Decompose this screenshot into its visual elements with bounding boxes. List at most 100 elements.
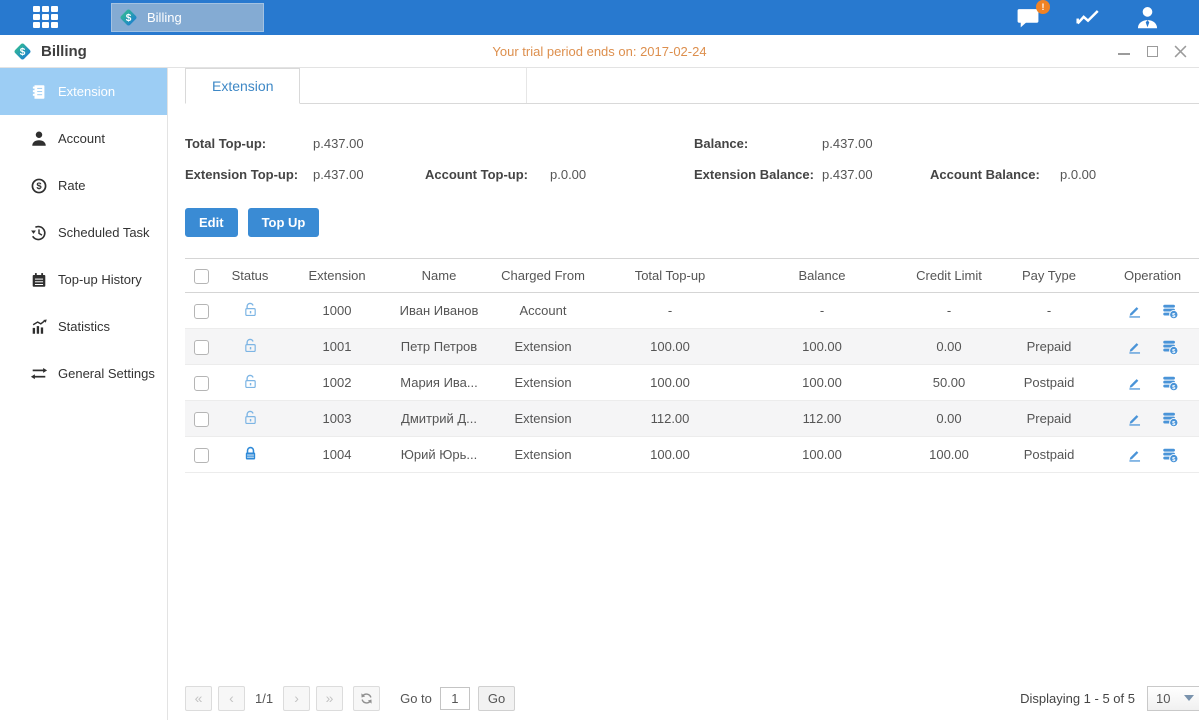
column-header-balance: Balance [741, 259, 903, 293]
history-clock-icon [30, 224, 48, 242]
refresh-icon [359, 691, 374, 706]
edit-row-icon[interactable] [1126, 338, 1143, 355]
total-topup-value: p.437.00 [313, 136, 425, 151]
maximize-button[interactable] [1145, 44, 1159, 58]
minimize-icon [1118, 53, 1130, 55]
cell-pay-type: Prepaid [995, 401, 1103, 437]
page-size-select[interactable]: 10 [1147, 686, 1199, 711]
lock-open-icon [242, 409, 259, 426]
row-checkbox[interactable] [194, 304, 209, 319]
sidebar-item-label: Scheduled Task [58, 225, 150, 240]
sidebar: Extension Account $ Rate [0, 68, 168, 720]
edit-row-icon[interactable] [1126, 302, 1143, 319]
taskbar-tab-billing[interactable]: $ Billing [111, 3, 264, 32]
sidebar-item-label: Extension [58, 84, 115, 99]
close-button[interactable] [1173, 44, 1187, 58]
sidebar-item-label: Statistics [58, 319, 110, 334]
minimize-button[interactable] [1117, 44, 1131, 58]
tab-label: Extension [212, 78, 273, 94]
next-page-button[interactable]: › [283, 686, 310, 711]
sidebar-item-general-settings[interactable]: General Settings [0, 350, 167, 397]
cell-credit-limit: 100.00 [903, 437, 995, 473]
sidebar-item-account[interactable]: Account [0, 115, 167, 162]
cell-credit-limit: - [903, 293, 995, 329]
top-up-button[interactable]: Top Up [248, 208, 320, 237]
cell-credit-limit: 0.00 [903, 401, 995, 437]
window-title: Billing [41, 43, 87, 60]
table-row[interactable]: 1002 Мария Ива... Extension 100.00 100.0… [185, 365, 1199, 401]
prev-page-button[interactable]: ‹ [218, 686, 245, 711]
column-header-status: Status [217, 259, 283, 293]
cell-name: Петр Петров [391, 329, 487, 365]
trial-notice: Your trial period ends on: 2017-02-24 [0, 44, 1199, 59]
table-row[interactable]: 1000 Иван Иванов Account - - - - [185, 293, 1199, 329]
messages-button[interactable]: ! [1014, 5, 1042, 30]
row-checkbox[interactable] [194, 448, 209, 463]
column-header-pay-type: Pay Type [995, 259, 1103, 293]
extension-balance-label: Extension Balance: [694, 167, 822, 182]
edit-row-icon[interactable] [1126, 446, 1143, 463]
cell-total-topup: 100.00 [599, 437, 741, 473]
page-indicator: 1/1 [255, 691, 273, 706]
ledger-icon [30, 83, 48, 101]
notification-badge: ! [1036, 0, 1050, 14]
sidebar-item-label: Rate [58, 178, 85, 193]
sidebar-item-extension[interactable]: Extension [0, 68, 167, 115]
tab-extension[interactable]: Extension [185, 68, 300, 104]
person-icon [30, 130, 48, 148]
taskbar: $ Billing ! [0, 0, 1199, 35]
cell-total-topup: 100.00 [599, 329, 741, 365]
edit-button[interactable]: Edit [185, 208, 238, 237]
column-header-credit-limit: Credit Limit [903, 259, 995, 293]
select-all-checkbox[interactable] [194, 269, 209, 284]
last-page-button[interactable]: » [316, 686, 343, 711]
row-checkbox[interactable] [194, 412, 209, 427]
row-checkbox[interactable] [194, 340, 209, 355]
cell-name: Юрий Юрь... [391, 437, 487, 473]
table-row[interactable]: 1001 Петр Петров Extension 100.00 100.00… [185, 329, 1199, 365]
table-header-row: Status Extension Name Charged From Total… [185, 259, 1199, 293]
user-account-button[interactable] [1134, 4, 1161, 31]
top-up-row-icon[interactable]: $ [1161, 338, 1179, 356]
cell-extension: 1003 [283, 401, 391, 437]
cell-pay-type: - [995, 293, 1103, 329]
top-up-row-icon[interactable]: $ [1161, 410, 1179, 428]
top-up-row-icon[interactable]: $ [1161, 446, 1179, 464]
first-page-button[interactable]: « [185, 686, 212, 711]
row-checkbox[interactable] [194, 376, 209, 391]
table-row[interactable]: 1003 Дмитрий Д... Extension 112.00 112.0… [185, 401, 1199, 437]
cell-charged-from: Extension [487, 365, 599, 401]
sidebar-item-scheduled-task[interactable]: Scheduled Task [0, 209, 167, 256]
cell-total-topup: 112.00 [599, 401, 741, 437]
balance-value: p.437.00 [822, 136, 930, 151]
edit-row-icon[interactable] [1126, 374, 1143, 391]
table-row[interactable]: 1004 Юрий Юрь... Extension 100.00 100.00… [185, 437, 1199, 473]
top-up-row-icon[interactable]: $ [1161, 374, 1179, 392]
column-header-charged-from: Charged From [487, 259, 599, 293]
sidebar-item-topup-history[interactable]: Top-up History [0, 256, 167, 303]
app-grid-icon[interactable] [33, 6, 63, 30]
cell-charged-from: Account [487, 293, 599, 329]
extension-topup-value: p.437.00 [313, 167, 425, 182]
top-up-row-icon[interactable]: $ [1161, 302, 1179, 320]
taskbar-tab-label: Billing [147, 10, 182, 25]
sidebar-item-label: Account [58, 131, 105, 146]
edit-row-icon[interactable] [1126, 410, 1143, 427]
lock-closed-icon [242, 445, 259, 462]
sidebar-item-rate[interactable]: $ Rate [0, 162, 167, 209]
sidebar-item-statistics[interactable]: Statistics [0, 303, 167, 350]
first-page-icon: « [195, 690, 203, 706]
bar-chart-icon [30, 318, 48, 336]
total-topup-label: Total Top-up: [185, 136, 313, 151]
svg-text:$: $ [126, 13, 132, 24]
goto-page-input[interactable] [440, 687, 470, 710]
refresh-button[interactable] [353, 686, 380, 711]
go-button[interactable]: Go [478, 686, 515, 711]
column-header-extension: Extension [283, 259, 391, 293]
cell-charged-from: Extension [487, 329, 599, 365]
extension-balance-value: p.437.00 [822, 167, 930, 182]
svg-text:$: $ [20, 47, 26, 58]
summary-panel: Total Top-up: p.437.00 Extension Top-up:… [185, 128, 1199, 190]
lock-open-icon [242, 373, 259, 390]
statistics-monitor-button[interactable] [1072, 5, 1104, 31]
